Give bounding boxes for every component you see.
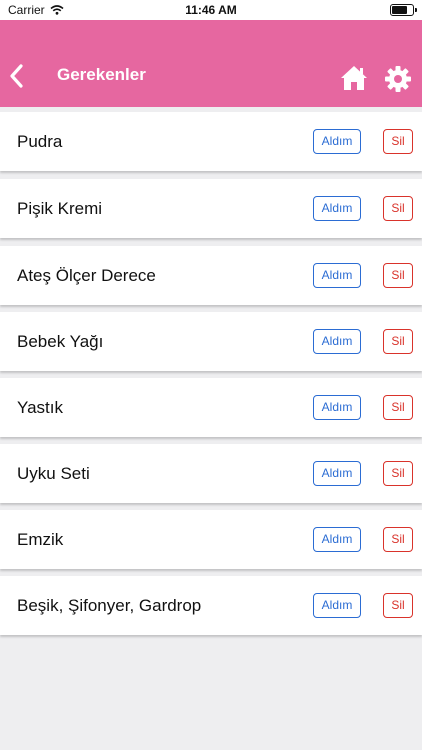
navigation-bar: Gerekenler <box>0 20 422 107</box>
item-label: Pudra <box>17 132 63 151</box>
gear-icon <box>385 66 411 92</box>
delete-button[interactable]: Sil <box>383 461 413 486</box>
item-label: Emzik <box>17 530 64 549</box>
delete-button[interactable]: Sil <box>383 527 413 552</box>
list-item: Bebek Yağı Aldım Sil <box>0 312 422 371</box>
status-bar: Carrier 11:46 AM <box>0 0 422 20</box>
item-label: Uyku Seti <box>17 464 90 483</box>
list-item: Pişik Kremi Aldım Sil <box>0 179 422 238</box>
page-title: Gerekenler <box>57 65 146 84</box>
bought-button[interactable]: Aldım <box>313 129 361 154</box>
delete-button[interactable]: Sil <box>383 329 413 354</box>
item-label: Bebek Yağı <box>17 332 104 351</box>
delete-button[interactable]: Sil <box>383 395 413 420</box>
bought-button[interactable]: Aldım <box>313 263 361 288</box>
bought-button[interactable]: Aldım <box>313 395 361 420</box>
bought-button[interactable]: Aldım <box>313 329 361 354</box>
back-button[interactable] <box>6 62 28 90</box>
list-item: Yastık Aldım Sil <box>0 378 422 437</box>
delete-button[interactable]: Sil <box>383 196 413 221</box>
home-icon <box>341 66 367 90</box>
delete-button[interactable]: Sil <box>383 263 413 288</box>
item-label: Yastık <box>17 398 63 417</box>
home-button[interactable] <box>339 63 369 93</box>
list-item: Emzik Aldım Sil <box>0 510 422 569</box>
list-item: Uyku Seti Aldım Sil <box>0 444 422 503</box>
item-label: Beşik, Şifonyer, Gardrop <box>17 596 202 615</box>
bought-button[interactable]: Aldım <box>313 593 361 618</box>
settings-button[interactable] <box>384 65 412 93</box>
delete-button[interactable]: Sil <box>383 593 413 618</box>
bought-button[interactable]: Aldım <box>313 527 361 552</box>
bought-button[interactable]: Aldım <box>313 196 361 221</box>
chevron-left-icon <box>10 64 23 88</box>
list-item: Pudra Aldım Sil <box>0 112 422 171</box>
bought-button[interactable]: Aldım <box>313 461 361 486</box>
battery-icon <box>390 4 417 16</box>
status-time: 11:46 AM <box>185 3 237 17</box>
list-item: Ateş Ölçer Derece Aldım Sil <box>0 246 422 305</box>
item-label: Ateş Ölçer Derece <box>17 266 156 285</box>
delete-button[interactable]: Sil <box>383 129 413 154</box>
item-label: Pişik Kremi <box>17 199 103 218</box>
list-item: Beşik, Şifonyer, Gardrop Aldım Sil <box>0 576 422 635</box>
